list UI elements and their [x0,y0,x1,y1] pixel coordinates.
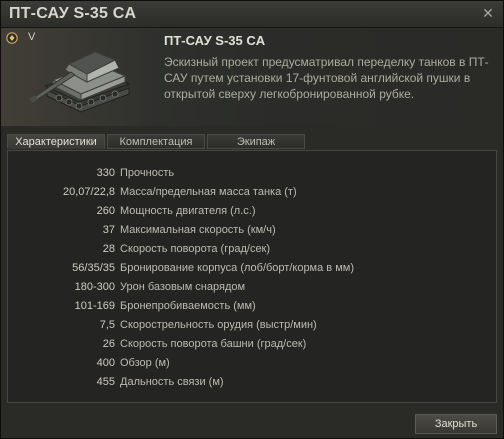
stat-value: 20,07/22,8 [63,186,115,198]
tank-info-header: V ПТ-САУ S-35 CA Эскизный проект предусм… [1,28,503,126]
stat-value: 56/35/35 [72,262,115,274]
stat-label: Мощность двигателя (л.с.) [120,205,256,217]
stat-label: Масса/предельная масса танка (т) [120,186,297,198]
stat-value: 260 [96,205,115,217]
close-icon[interactable]: ✕ [479,4,497,22]
tab-crew[interactable]: Экипаж [207,134,305,149]
stat-row: 37 Максимальная скорость (км/ч) [8,221,496,240]
tank-destroyer-icon [29,51,131,113]
stat-label: Скорость поворота (град/сек) [120,243,271,255]
stat-row: 20,07/22,8 Масса/предельная масса танка … [8,183,496,202]
stat-row: 28 Скорость поворота (град/сек) [8,240,496,259]
stat-label: Скорострельность орудия (выстр/мин) [120,319,317,331]
stat-label: Бронепробиваемость (мм) [120,300,256,312]
stat-label: Дальность связи (м) [120,376,224,388]
stat-label: Бронирование корпуса (лоб/борт/корма в м… [120,262,354,274]
stat-value: 180-300 [74,281,115,293]
tank-name: ПТ-САУ S-35 CA [164,33,266,48]
stat-value: 400 [96,357,115,369]
stat-row: 180-300 Урон базовым снарядом [8,278,496,297]
title-bar[interactable]: ПТ-САУ S-35 CA ✕ [1,1,503,28]
stat-value: 26 [102,338,115,350]
stat-value: 101-169 [74,300,115,312]
stat-row: 455 Дальность связи (м) [8,373,496,392]
stat-row: 400 Обзор (м) [8,354,496,373]
stat-value: 7,5 [99,319,115,331]
stat-row: 101-169 Бронепробиваемость (мм) [8,297,496,316]
stat-row: 7,5 Скорострельность орудия (выстр/мин) [8,316,496,335]
stat-row: 330 Прочность [8,164,496,183]
stat-value: 28 [102,243,115,255]
france-flag-icon [6,32,18,44]
tank-info-window: ПТ-САУ S-35 CA ✕ V ПТ-САУ S-35 CA Эскизн… [0,0,504,439]
stat-row: 260 Мощность двигателя (л.с.) [8,202,496,221]
stat-label: Прочность [120,167,175,179]
stat-label: Максимальная скорость (км/ч) [120,224,276,236]
stat-value: 330 [96,167,115,179]
close-button[interactable]: Закрыть [415,414,497,434]
tab-equipment[interactable]: Комплектация [107,134,205,149]
stat-label: Скорость поворота башни (град/сек) [120,338,307,350]
stat-row: 26 Скорость поворота башни (град/сек) [8,335,496,354]
stat-value: 455 [96,376,115,388]
window-title: ПТ-САУ S-35 CA [9,5,137,22]
stat-value: 37 [102,224,115,236]
tank-description: Эскизный проект предусматривал переделку… [164,55,489,101]
characteristics-panel: 330 Прочность 20,07/22,8 Масса/предельна… [7,150,497,403]
stat-row: 56/35/35 Бронирование корпуса (лоб/борт/… [8,259,496,278]
tab-characteristics[interactable]: Характеристики [7,134,105,149]
stat-label: Урон базовым снарядом [120,281,246,293]
stat-label: Обзор (м) [120,357,170,369]
